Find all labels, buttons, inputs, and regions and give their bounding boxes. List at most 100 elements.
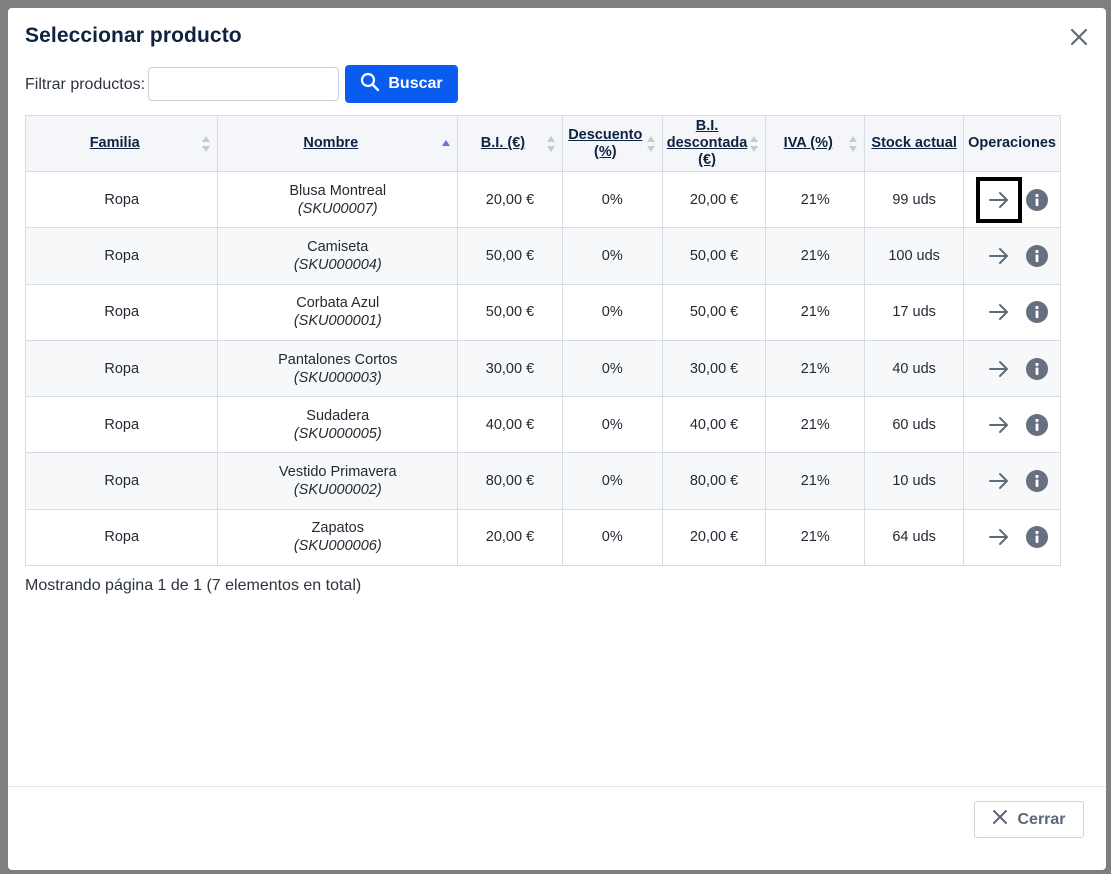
- column-header-bi-descontada[interactable]: B.I. descontada (€): [661, 115, 767, 172]
- select-product-button[interactable]: [976, 233, 1022, 279]
- product-name: Sudadera: [306, 407, 370, 424]
- product-name: Blusa Montreal: [289, 182, 387, 199]
- cell-familia: Ropa: [24, 283, 219, 341]
- sort-icon: [546, 135, 556, 152]
- select-product-button[interactable]: [976, 346, 1022, 392]
- product-name: Vestido Primavera: [278, 464, 397, 481]
- product-name: Pantalones Cortos: [278, 351, 398, 368]
- cell-iva: 21%: [765, 170, 866, 229]
- info-icon[interactable]: [1026, 244, 1049, 267]
- cell-bi-descontada: 40,00 €: [661, 396, 767, 454]
- info-icon[interactable]: [1026, 470, 1049, 493]
- cell-stock: 100 uds: [864, 227, 965, 285]
- column-header-iva[interactable]: IVA (%): [765, 115, 866, 172]
- cell-bi: 30,00 €: [457, 339, 563, 398]
- cell-stock: 64 uds: [864, 508, 965, 567]
- table-header-row: Familia Nombre B.I. (€) Descuento (%) B.…: [24, 115, 1061, 172]
- cell-bi: 20,00 €: [457, 170, 563, 229]
- search-button-label: Buscar: [388, 75, 443, 92]
- info-icon[interactable]: [1026, 357, 1049, 380]
- product-sku: (SKU000006): [293, 538, 382, 555]
- table-row: Ropa Blusa Montreal (SKU00007) 20,00 € 0…: [24, 170, 1061, 229]
- cell-operaciones: [963, 396, 1061, 454]
- product-sku: (SKU000004): [293, 256, 382, 273]
- info-icon[interactable]: [1026, 526, 1049, 549]
- cell-iva: 21%: [765, 283, 866, 341]
- select-product-dialog: Seleccionar producto Filtrar productos: …: [8, 8, 1106, 870]
- select-product-button[interactable]: [976, 514, 1022, 560]
- cell-iva: 21%: [765, 339, 866, 398]
- arrow-right-icon: [989, 529, 1009, 546]
- select-product-button[interactable]: [976, 289, 1022, 335]
- column-header-descuento[interactable]: Descuento (%): [561, 115, 663, 172]
- column-header-nombre[interactable]: Nombre: [217, 115, 459, 172]
- column-header-operaciones: Operaciones: [963, 115, 1061, 172]
- cell-stock: 17 uds: [864, 283, 965, 341]
- cell-operaciones: [963, 452, 1061, 510]
- close-icon: [992, 809, 1008, 830]
- arrow-right-icon: [989, 473, 1009, 490]
- filter-products-input[interactable]: [148, 67, 339, 101]
- column-header-bi[interactable]: B.I. (€): [457, 115, 563, 172]
- cell-bi: 40,00 €: [457, 396, 563, 454]
- cell-iva: 21%: [765, 227, 866, 285]
- select-product-button[interactable]: [976, 402, 1022, 448]
- cell-familia: Ropa: [24, 452, 219, 510]
- cell-nombre: Zapatos (SKU000006): [217, 508, 459, 567]
- cell-stock: 40 uds: [864, 339, 965, 398]
- cell-descuento: 0%: [561, 508, 663, 567]
- product-sku: (SKU00007): [297, 200, 378, 217]
- sort-icon: [202, 135, 211, 152]
- cell-bi-descontada: 20,00 €: [661, 508, 767, 567]
- column-header-stock[interactable]: Stock actual: [864, 115, 965, 172]
- cell-nombre: Pantalones Cortos (SKU000003): [217, 339, 459, 398]
- product-sku: (SKU000003): [293, 369, 382, 386]
- dialog-title: Seleccionar producto: [25, 24, 242, 47]
- cell-nombre: Sudadera (SKU000005): [217, 396, 459, 454]
- footer-divider: [8, 786, 1106, 787]
- cell-bi-descontada: 20,00 €: [661, 170, 767, 229]
- cell-familia: Ropa: [24, 508, 219, 567]
- select-product-button[interactable]: [976, 176, 1023, 223]
- cell-familia: Ropa: [24, 227, 219, 285]
- cell-nombre: Vestido Primavera (SKU000002): [217, 452, 459, 510]
- select-product-button[interactable]: [976, 458, 1022, 504]
- product-name: Camiseta: [307, 238, 369, 255]
- cell-operaciones: [963, 508, 1061, 567]
- table-row: Ropa Vestido Primavera (SKU000002) 80,00…: [24, 452, 1061, 510]
- cell-bi-descontada: 30,00 €: [661, 339, 767, 398]
- search-icon: [360, 72, 380, 97]
- cell-descuento: 0%: [561, 227, 663, 285]
- arrow-right-icon: [989, 416, 1009, 433]
- cell-nombre: Camiseta (SKU000004): [217, 227, 459, 285]
- cell-iva: 21%: [765, 452, 866, 510]
- table-row: Ropa Corbata Azul (SKU000001) 50,00 € 0%…: [24, 283, 1061, 341]
- arrow-right-icon: [989, 304, 1009, 321]
- info-icon[interactable]: [1026, 301, 1049, 324]
- cell-bi: 50,00 €: [457, 283, 563, 341]
- search-button[interactable]: Buscar: [345, 65, 458, 103]
- cell-bi-descontada: 50,00 €: [661, 227, 767, 285]
- cell-familia: Ropa: [24, 396, 219, 454]
- cell-bi: 50,00 €: [457, 227, 563, 285]
- close-button-label: Cerrar: [1017, 810, 1066, 828]
- close-button[interactable]: Cerrar: [974, 801, 1084, 838]
- info-icon[interactable]: [1026, 188, 1049, 211]
- column-header-familia[interactable]: Familia: [24, 115, 219, 172]
- sort-icon: [849, 135, 858, 152]
- info-icon[interactable]: [1026, 413, 1049, 436]
- cell-stock: 99 uds: [864, 170, 965, 229]
- cell-nombre: Blusa Montreal (SKU00007): [217, 170, 459, 229]
- cell-stock: 60 uds: [864, 396, 965, 454]
- cell-descuento: 0%: [561, 396, 663, 454]
- product-sku: (SKU000002): [293, 482, 382, 499]
- cell-iva: 21%: [765, 396, 866, 454]
- arrow-right-icon: [989, 247, 1009, 264]
- arrow-right-icon: [989, 191, 1009, 208]
- product-name: Zapatos: [311, 520, 364, 537]
- sort-icon: [750, 135, 759, 152]
- cell-descuento: 0%: [561, 170, 663, 229]
- cell-operaciones: [963, 170, 1061, 229]
- cell-descuento: 0%: [561, 339, 663, 398]
- close-icon[interactable]: [1067, 25, 1091, 49]
